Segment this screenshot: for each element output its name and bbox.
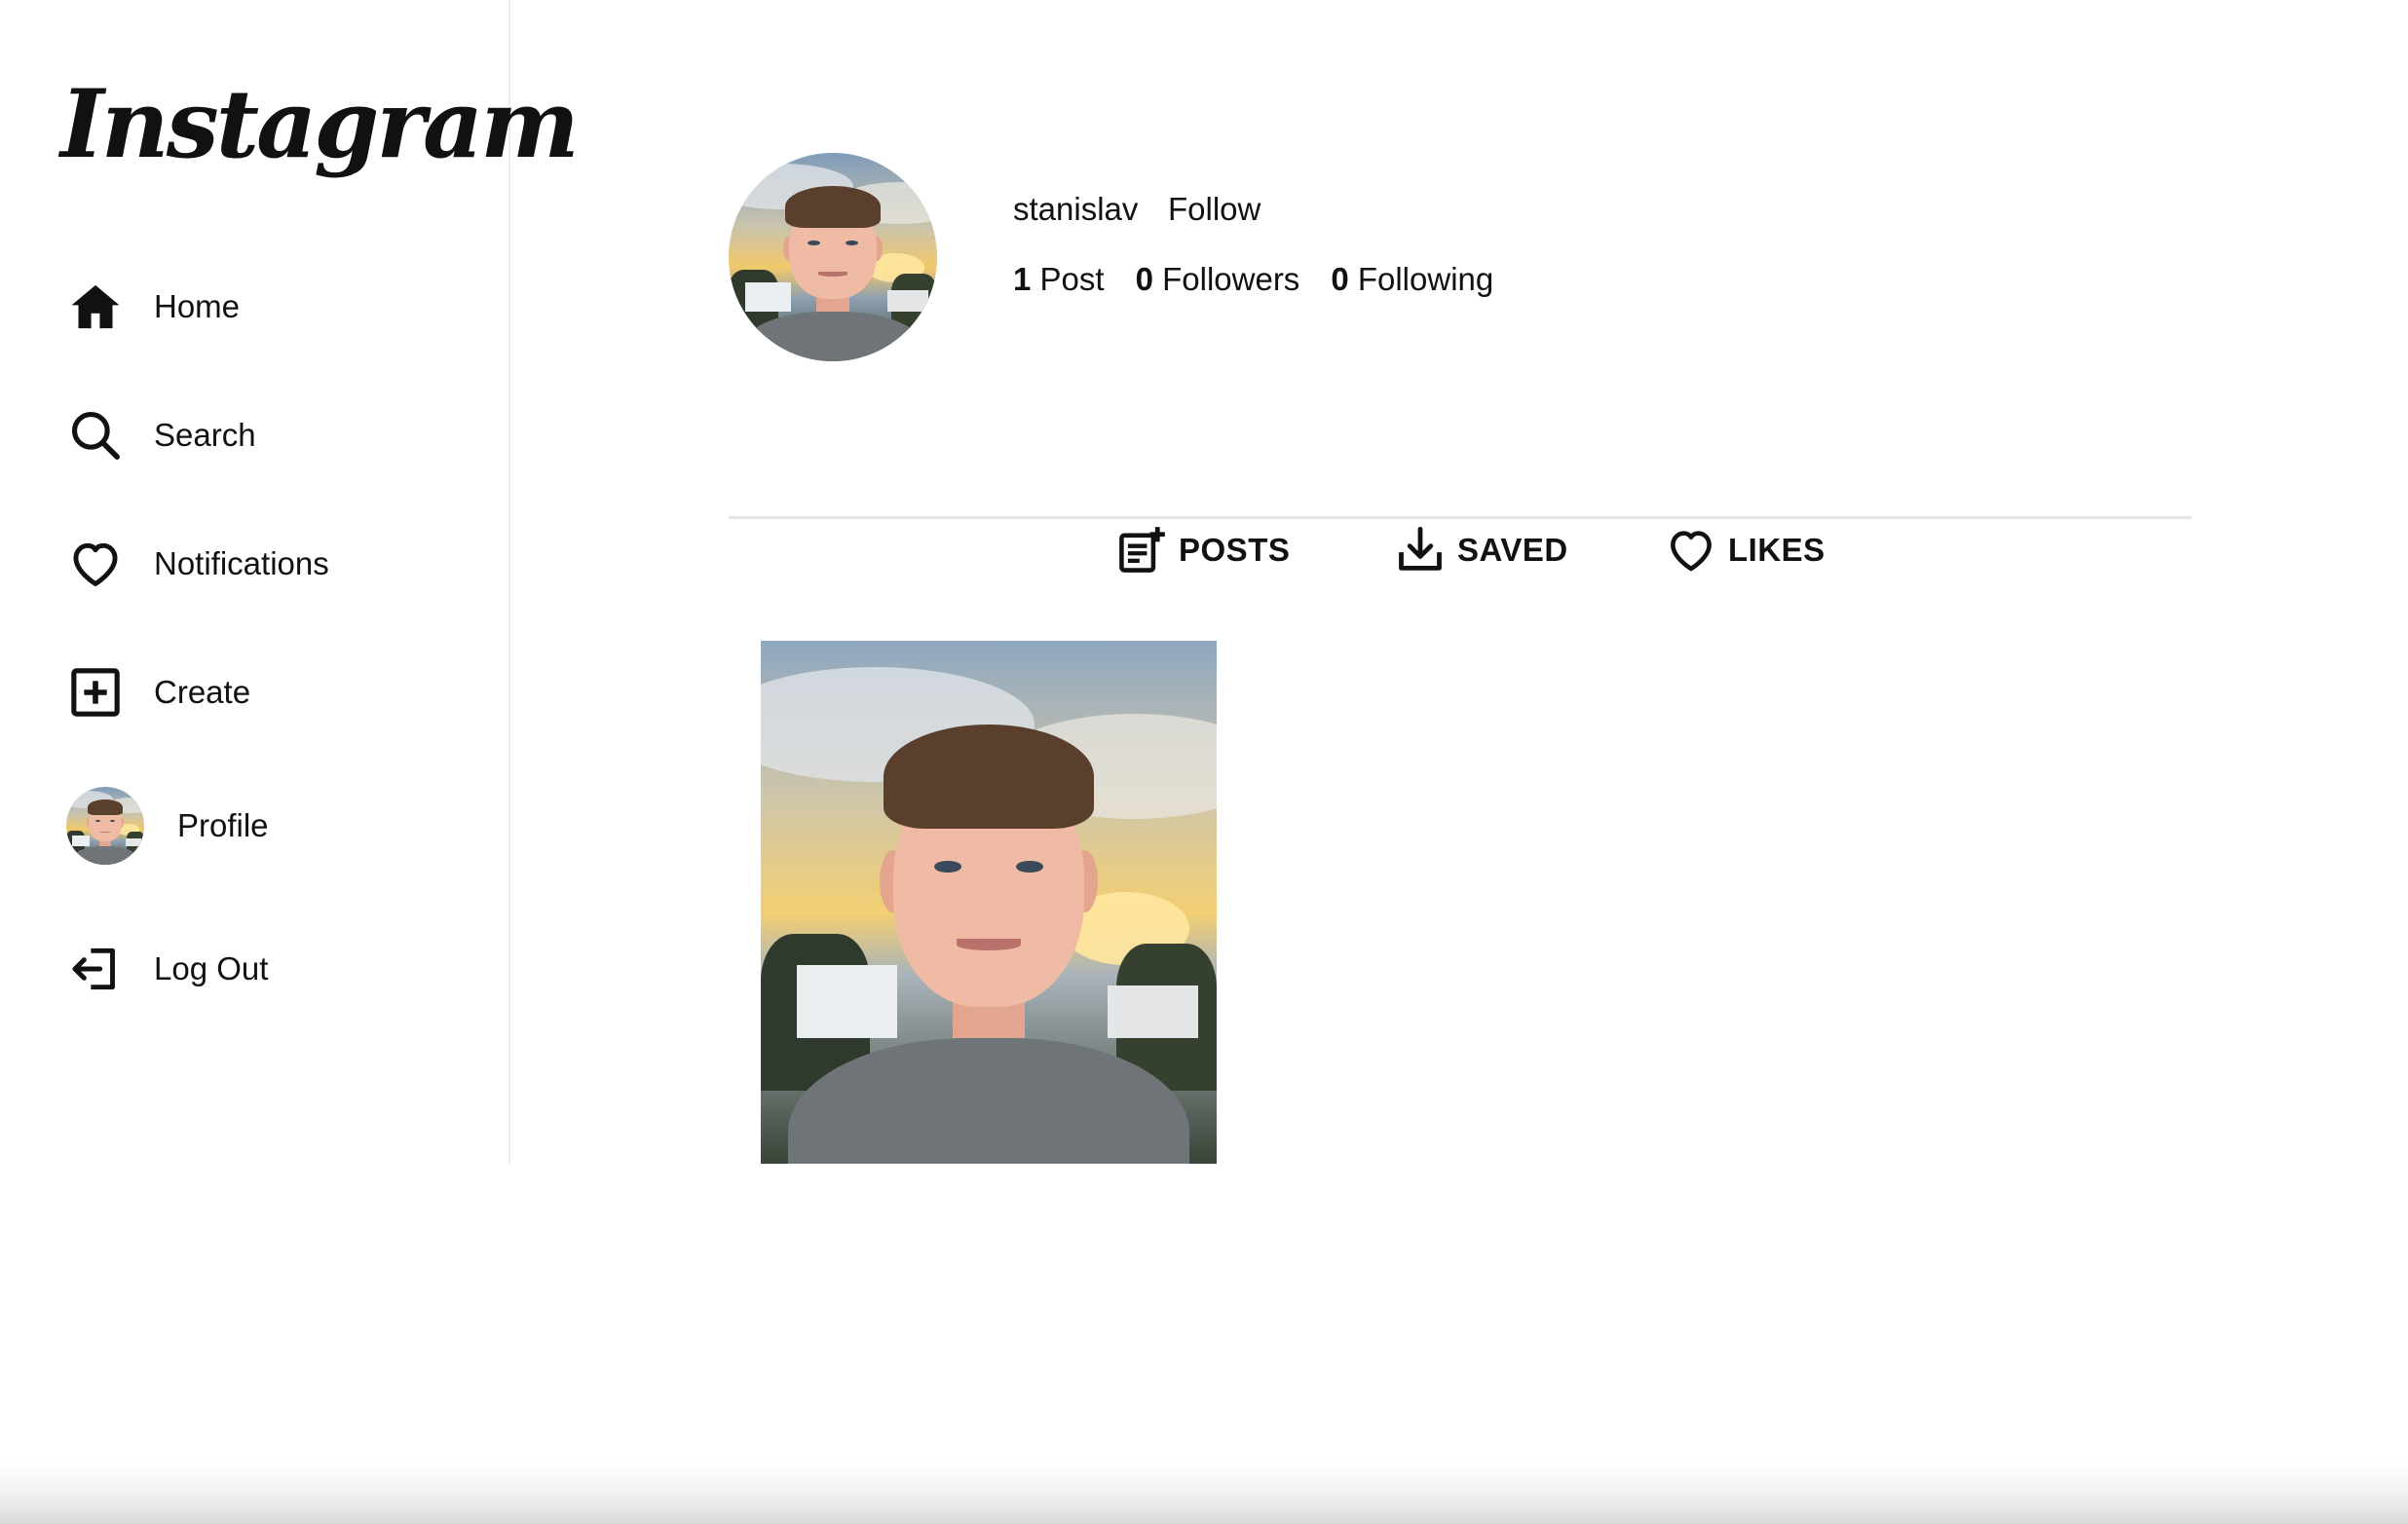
following-label: Following <box>1357 261 1494 297</box>
sidebar-item-create[interactable]: Create <box>64 658 250 726</box>
tab-posts-label: POSTS <box>1179 532 1291 568</box>
sidebar-item-label: Profile <box>177 807 269 843</box>
profile-stats: 1 Post 0 Followers 0 Following <box>1013 261 1493 298</box>
plus-square-icon <box>64 661 127 724</box>
sidebar: Instagram Home Search Notifications Crea… <box>0 0 580 1164</box>
window-bottom-edge <box>0 1461 2408 1524</box>
home-icon <box>64 276 127 338</box>
tab-likes[interactable]: LIKES <box>1666 522 1825 578</box>
posts-label: Post <box>1039 261 1105 297</box>
posts-count-stat: 1 Post <box>1013 261 1105 298</box>
heart-icon <box>64 533 127 595</box>
sidebar-item-search[interactable]: Search <box>64 401 256 469</box>
app-root: Instagram Home Search Notifications Crea… <box>0 0 2408 1524</box>
heart-icon <box>1671 531 1712 572</box>
logout-icon <box>64 938 127 1000</box>
sidebar-item-notifications[interactable]: Notifications <box>64 530 329 598</box>
sidebar-item-label: Notifications <box>154 545 329 581</box>
post-thumbnail[interactable] <box>761 641 1217 1164</box>
follow-button[interactable]: Follow <box>1168 191 1260 228</box>
tab-saved[interactable]: SAVED <box>1395 522 1568 578</box>
sidebar-item-label: Search <box>154 417 256 453</box>
post-image <box>761 641 1217 1164</box>
sidebar-item-label: Log Out <box>154 950 269 986</box>
following-count: 0 <box>1331 261 1349 297</box>
tab-posts[interactable]: POSTS <box>1116 522 1290 578</box>
followers-label: Followers <box>1162 261 1300 297</box>
following-stat[interactable]: 0 Following <box>1331 261 1493 298</box>
avatar <box>66 787 144 865</box>
instagram-logo[interactable]: Instagram <box>60 78 580 171</box>
posts-count: 1 <box>1013 261 1032 297</box>
sidebar-item-label: Create <box>154 674 251 710</box>
sidebar-item-profile[interactable]: Profile <box>66 787 269 865</box>
download-icon <box>1399 526 1442 571</box>
tab-likes-label: LIKES <box>1728 532 1825 568</box>
profile-avatar[interactable] <box>729 153 937 361</box>
tab-saved-label: SAVED <box>1457 532 1568 568</box>
followers-count: 0 <box>1135 261 1153 297</box>
profile-username: stanislav <box>1013 191 1139 227</box>
search-icon <box>64 404 127 466</box>
add-post-icon <box>1119 527 1165 573</box>
sidebar-item-home[interactable]: Home <box>64 273 240 341</box>
sidebar-item-logout[interactable]: Log Out <box>64 935 268 1003</box>
tabs-divider <box>729 516 2192 519</box>
followers-stat[interactable]: 0 Followers <box>1136 261 1300 298</box>
sidebar-item-label: Home <box>154 288 241 324</box>
